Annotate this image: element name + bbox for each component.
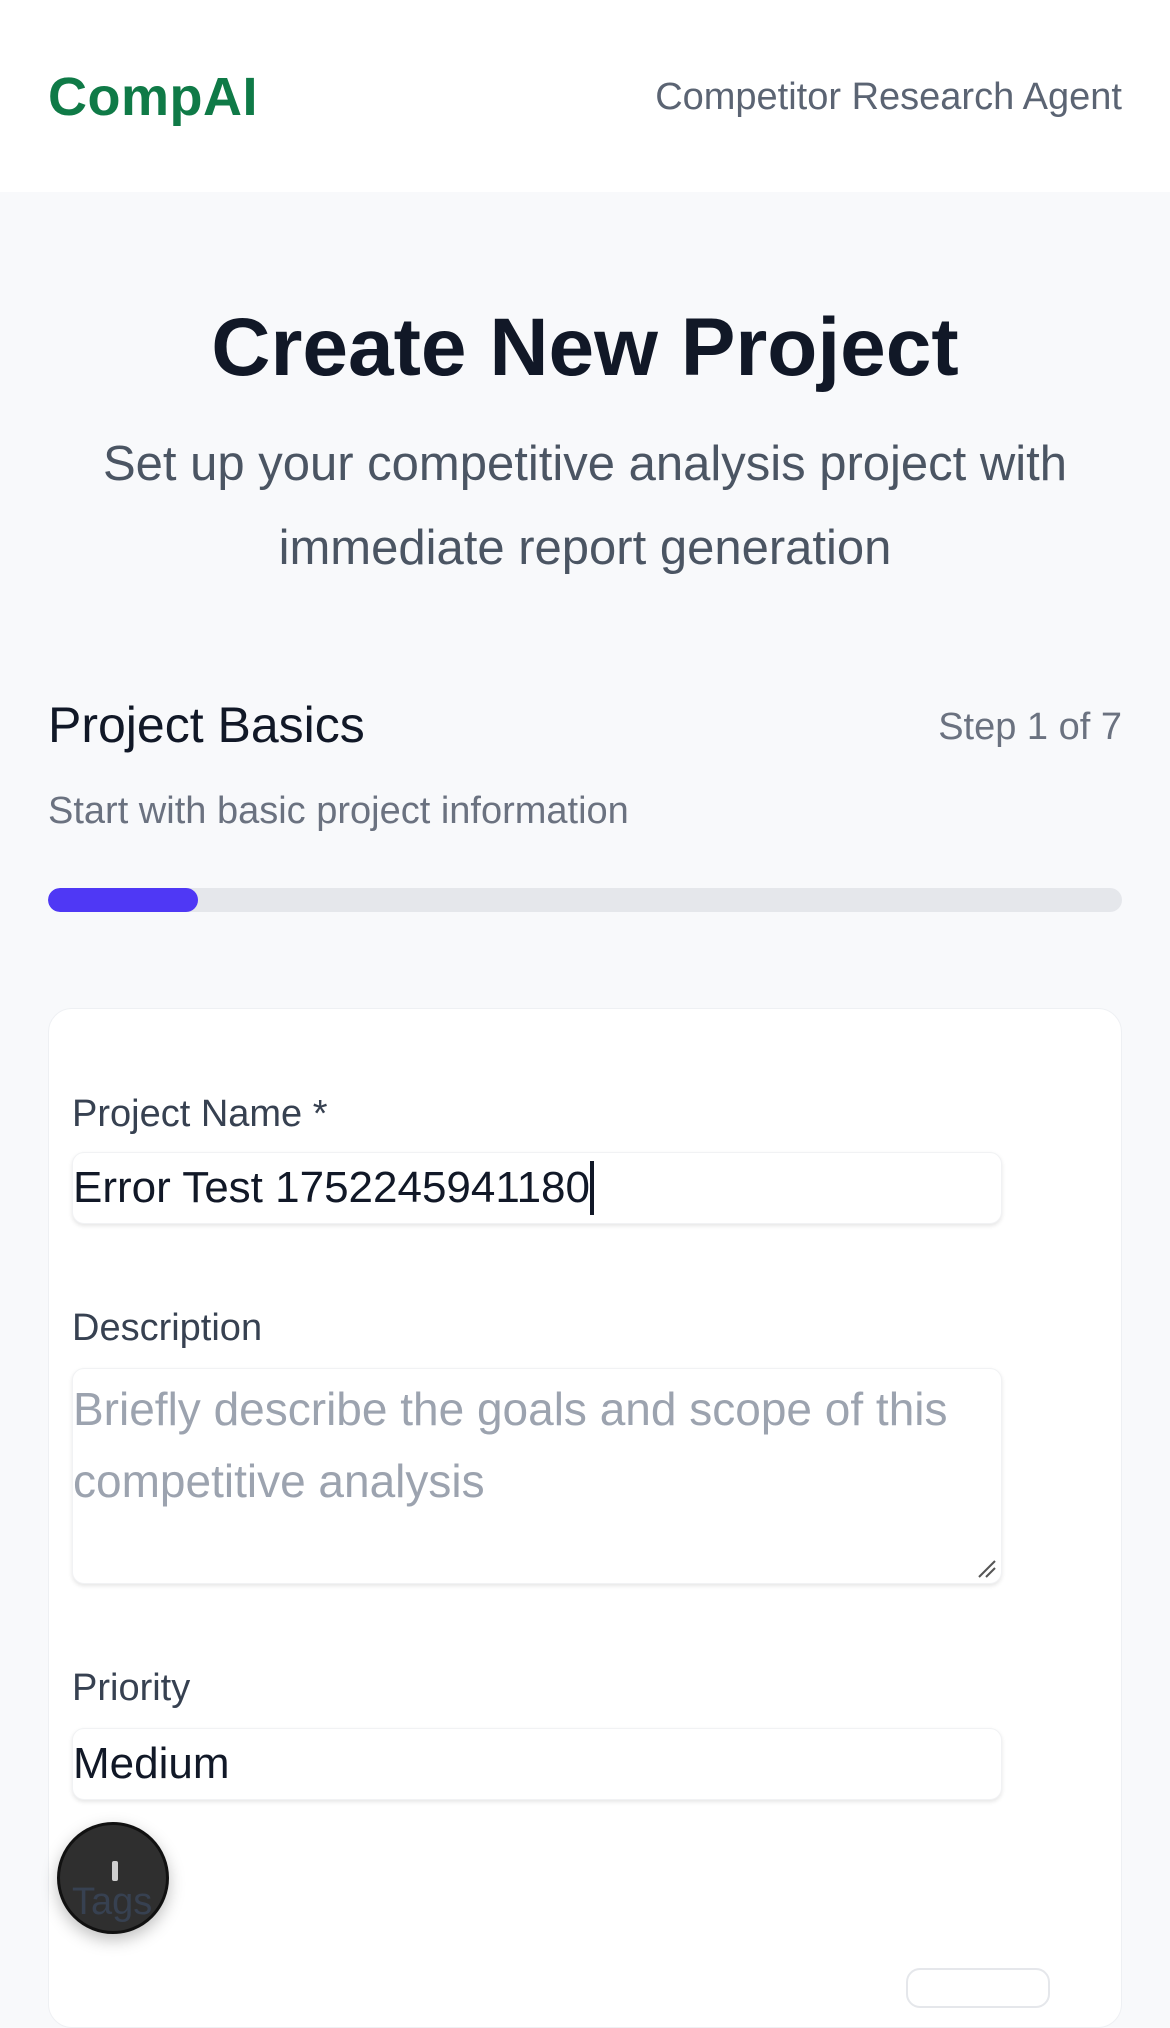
brand-logo[interactable]: CompAI: [48, 62, 258, 132]
description-placeholder: Briefly describe the goals and scope of …: [73, 1383, 948, 1507]
project-name-label: Project Name *: [72, 1093, 328, 1135]
description-label: Description: [72, 1307, 263, 1349]
priority-label: Priority: [72, 1667, 191, 1709]
step-progress-bar: [48, 888, 1122, 912]
project-name-input[interactable]: Error Test 1752245941180: [72, 1152, 1002, 1224]
resize-grip-icon[interactable]: [975, 1557, 997, 1579]
app-tagline: Competitor Research Agent: [655, 76, 1122, 118]
step-title: Project Basics: [48, 697, 365, 753]
priority-select[interactable]: Medium: [72, 1728, 1002, 1800]
step-counter: Step 1 of 7: [938, 706, 1122, 748]
step-progress-fill: [48, 888, 199, 912]
page-subtitle: Set up your competitive analysis project…: [102, 437, 1068, 575]
project-name-value: Error Test 1752245941180: [73, 1163, 590, 1212]
page-title: Create New Project: [211, 302, 959, 393]
priority-value: Medium: [73, 1739, 230, 1788]
step-description: Start with basic project information: [48, 790, 629, 832]
text-caret: [589, 1161, 594, 1215]
top-bar: CompAI Competitor Research Agent: [0, 0, 1170, 192]
description-textarea[interactable]: Briefly describe the goals and scope of …: [72, 1368, 1002, 1584]
tags-label: Tags: [72, 1881, 153, 1923]
add-tag-button[interactable]: [906, 1968, 1050, 2008]
